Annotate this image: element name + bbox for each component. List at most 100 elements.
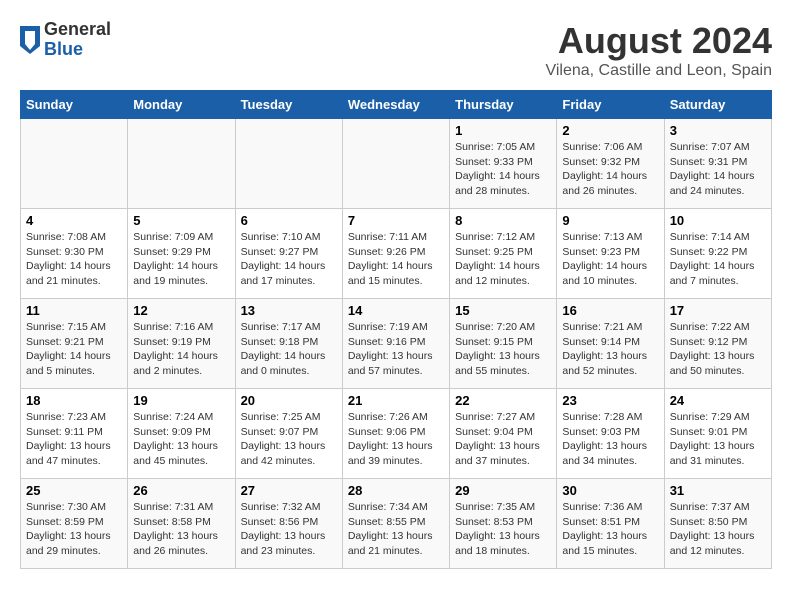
day-info: Sunrise: 7:26 AMSunset: 9:06 PMDaylight:… — [348, 410, 444, 469]
calendar-cell: 3 Sunrise: 7:07 AMSunset: 9:31 PMDaylight… — [664, 119, 771, 209]
day-info: Sunrise: 7:24 AMSunset: 9:09 PMDaylight:… — [133, 410, 229, 469]
day-number: 10 — [670, 213, 766, 228]
day-info: Sunrise: 7:29 AMSunset: 9:01 PMDaylight:… — [670, 410, 766, 469]
day-number: 27 — [241, 483, 337, 498]
calendar-cell: 25 Sunrise: 7:30 AMSunset: 8:59 PMDayligh… — [21, 479, 128, 569]
day-number: 28 — [348, 483, 444, 498]
header-tuesday: Tuesday — [235, 91, 342, 119]
day-info: Sunrise: 7:11 AMSunset: 9:26 PMDaylight:… — [348, 230, 444, 289]
day-number: 6 — [241, 213, 337, 228]
day-info: Sunrise: 7:22 AMSunset: 9:12 PMDaylight:… — [670, 320, 766, 379]
calendar-cell: 20 Sunrise: 7:25 AMSunset: 9:07 PMDayligh… — [235, 389, 342, 479]
calendar-cell — [235, 119, 342, 209]
logo-general: General — [44, 20, 111, 40]
location-title: Vilena, Castille and Leon, Spain — [545, 62, 772, 80]
day-info: Sunrise: 7:25 AMSunset: 9:07 PMDaylight:… — [241, 410, 337, 469]
calendar-cell: 30 Sunrise: 7:36 AMSunset: 8:51 PMDayligh… — [557, 479, 664, 569]
day-info: Sunrise: 7:19 AMSunset: 9:16 PMDaylight:… — [348, 320, 444, 379]
calendar-week-3: 11 Sunrise: 7:15 AMSunset: 9:21 PMDayligh… — [21, 299, 772, 389]
day-info: Sunrise: 7:13 AMSunset: 9:23 PMDaylight:… — [562, 230, 658, 289]
calendar-cell: 9 Sunrise: 7:13 AMSunset: 9:23 PMDaylight… — [557, 209, 664, 299]
day-info: Sunrise: 7:06 AMSunset: 9:32 PMDaylight:… — [562, 140, 658, 199]
calendar-cell: 27 Sunrise: 7:32 AMSunset: 8:56 PMDayligh… — [235, 479, 342, 569]
day-info: Sunrise: 7:17 AMSunset: 9:18 PMDaylight:… — [241, 320, 337, 379]
logo-blue: Blue — [44, 40, 111, 60]
day-info: Sunrise: 7:08 AMSunset: 9:30 PMDaylight:… — [26, 230, 122, 289]
calendar-cell: 7Sunrise: 7:11 AMSunset: 9:26 PMDaylight… — [342, 209, 449, 299]
day-number: 30 — [562, 483, 658, 498]
calendar-week-1: 1 Sunrise: 7:05 AMSunset: 9:33 PMDaylight… — [21, 119, 772, 209]
calendar-week-4: 18Sunrise: 7:23 AMSunset: 9:11 PMDayligh… — [21, 389, 772, 479]
calendar-cell: 15Sunrise: 7:20 AMSunset: 9:15 PMDayligh… — [450, 299, 557, 389]
calendar-cell: 8Sunrise: 7:12 AMSunset: 9:25 PMDaylight… — [450, 209, 557, 299]
day-number: 11 — [26, 303, 122, 318]
calendar-cell: 4 Sunrise: 7:08 AMSunset: 9:30 PMDaylight… — [21, 209, 128, 299]
calendar-cell: 17Sunrise: 7:22 AMSunset: 9:12 PMDayligh… — [664, 299, 771, 389]
calendar-cell: 29 Sunrise: 7:35 AMSunset: 8:53 PMDayligh… — [450, 479, 557, 569]
calendar-cell: 2 Sunrise: 7:06 AMSunset: 9:32 PMDaylight… — [557, 119, 664, 209]
header-sunday: Sunday — [21, 91, 128, 119]
calendar-cell: 1 Sunrise: 7:05 AMSunset: 9:33 PMDaylight… — [450, 119, 557, 209]
day-info: Sunrise: 7:07 AMSunset: 9:31 PMDaylight:… — [670, 140, 766, 199]
logo-text: General Blue — [44, 20, 111, 60]
day-number: 3 — [670, 123, 766, 138]
calendar-cell: 21Sunrise: 7:26 AMSunset: 9:06 PMDayligh… — [342, 389, 449, 479]
calendar-week-5: 25 Sunrise: 7:30 AMSunset: 8:59 PMDayligh… — [21, 479, 772, 569]
day-number: 18 — [26, 393, 122, 408]
day-info: Sunrise: 7:32 AMSunset: 8:56 PMDaylight:… — [241, 500, 337, 559]
header-thursday: Thursday — [450, 91, 557, 119]
day-number: 19 — [133, 393, 229, 408]
calendar-cell: 19 Sunrise: 7:24 AMSunset: 9:09 PMDayligh… — [128, 389, 235, 479]
calendar-cell: 22Sunrise: 7:27 AMSunset: 9:04 PMDayligh… — [450, 389, 557, 479]
day-info: Sunrise: 7:35 AMSunset: 8:53 PMDaylight:… — [455, 500, 551, 559]
calendar-cell: 6 Sunrise: 7:10 AMSunset: 9:27 PMDaylight… — [235, 209, 342, 299]
day-number: 26 — [133, 483, 229, 498]
calendar-cell: 31Sunrise: 7:37 AMSunset: 8:50 PMDayligh… — [664, 479, 771, 569]
calendar-cell: 5Sunrise: 7:09 AMSunset: 9:29 PMDaylight… — [128, 209, 235, 299]
day-number: 20 — [241, 393, 337, 408]
day-info: Sunrise: 7:30 AMSunset: 8:59 PMDaylight:… — [26, 500, 122, 559]
day-number: 4 — [26, 213, 122, 228]
day-number: 25 — [26, 483, 122, 498]
logo: General Blue — [20, 20, 111, 60]
day-number: 2 — [562, 123, 658, 138]
calendar-cell: 14 Sunrise: 7:19 AMSunset: 9:16 PMDayligh… — [342, 299, 449, 389]
day-info: Sunrise: 7:27 AMSunset: 9:04 PMDaylight:… — [455, 410, 551, 469]
calendar-cell: 10 Sunrise: 7:14 AMSunset: 9:22 PMDayligh… — [664, 209, 771, 299]
calendar-cell: 28Sunrise: 7:34 AMSunset: 8:55 PMDayligh… — [342, 479, 449, 569]
day-info: Sunrise: 7:36 AMSunset: 8:51 PMDaylight:… — [562, 500, 658, 559]
calendar-header-row: SundayMondayTuesdayWednesdayThursdayFrid… — [21, 91, 772, 119]
day-number: 13 — [241, 303, 337, 318]
day-info: Sunrise: 7:28 AMSunset: 9:03 PMDaylight:… — [562, 410, 658, 469]
calendar-table: SundayMondayTuesdayWednesdayThursdayFrid… — [20, 90, 772, 569]
day-info: Sunrise: 7:05 AMSunset: 9:33 PMDaylight:… — [455, 140, 551, 199]
day-number: 9 — [562, 213, 658, 228]
logo-icon — [20, 26, 40, 54]
day-number: 14 — [348, 303, 444, 318]
day-info: Sunrise: 7:09 AMSunset: 9:29 PMDaylight:… — [133, 230, 229, 289]
day-info: Sunrise: 7:15 AMSunset: 9:21 PMDaylight:… — [26, 320, 122, 379]
calendar-cell: 26Sunrise: 7:31 AMSunset: 8:58 PMDayligh… — [128, 479, 235, 569]
title-block: August 2024 Vilena, Castille and Leon, S… — [545, 20, 772, 80]
header-friday: Friday — [557, 91, 664, 119]
header-wednesday: Wednesday — [342, 91, 449, 119]
day-number: 1 — [455, 123, 551, 138]
day-number: 16 — [562, 303, 658, 318]
day-info: Sunrise: 7:10 AMSunset: 9:27 PMDaylight:… — [241, 230, 337, 289]
day-number: 29 — [455, 483, 551, 498]
day-info: Sunrise: 7:14 AMSunset: 9:22 PMDaylight:… — [670, 230, 766, 289]
calendar-cell: 23Sunrise: 7:28 AMSunset: 9:03 PMDayligh… — [557, 389, 664, 479]
calendar-cell — [21, 119, 128, 209]
page-header: General Blue August 2024 Vilena, Castill… — [20, 20, 772, 80]
month-title: August 2024 — [545, 20, 772, 62]
header-saturday: Saturday — [664, 91, 771, 119]
day-info: Sunrise: 7:21 AMSunset: 9:14 PMDaylight:… — [562, 320, 658, 379]
calendar-week-2: 4 Sunrise: 7:08 AMSunset: 9:30 PMDaylight… — [21, 209, 772, 299]
calendar-cell: 16 Sunrise: 7:21 AMSunset: 9:14 PMDayligh… — [557, 299, 664, 389]
day-info: Sunrise: 7:12 AMSunset: 9:25 PMDaylight:… — [455, 230, 551, 289]
day-info: Sunrise: 7:37 AMSunset: 8:50 PMDaylight:… — [670, 500, 766, 559]
day-number: 15 — [455, 303, 551, 318]
calendar-cell — [342, 119, 449, 209]
calendar-cell — [128, 119, 235, 209]
day-number: 12 — [133, 303, 229, 318]
